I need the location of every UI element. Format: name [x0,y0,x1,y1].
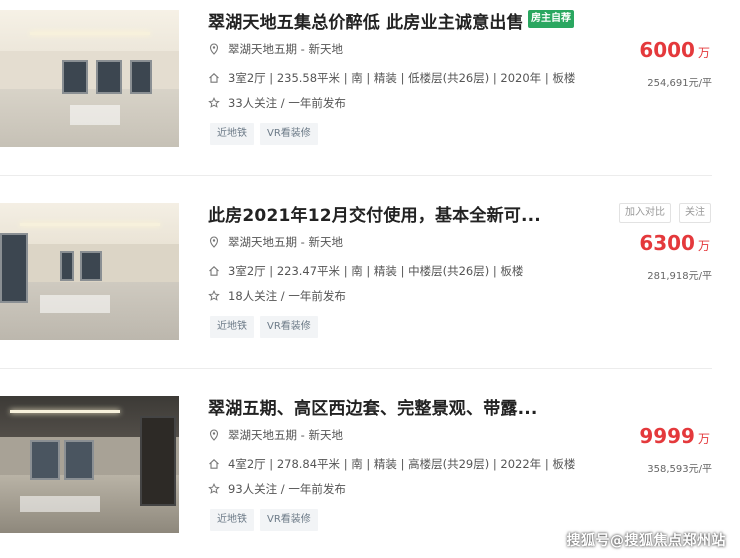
location-link[interactable]: 翠湖天地五期 - 新天地 [228,235,343,249]
total-price: 6300 万 [639,231,710,255]
location-link[interactable]: 翠湖天地五期 - 新天地 [228,42,343,56]
location-link[interactable]: 翠湖天地五期 - 新天地 [228,428,343,442]
location-pin-icon [208,43,220,55]
tag-vr: VR看装修 [260,316,318,338]
tag-near-subway: 近地铁 [210,509,254,531]
price-unit: 万 [697,432,710,446]
price-unit: 万 [697,239,710,253]
house-info-row: 3室2厅 | 223.47平米 | 南 | 精装 | 中楼层(共26层) | 板… [208,263,523,279]
add-compare-button[interactable]: 加入对比 [619,203,671,223]
tag-vr: VR看装修 [260,509,318,531]
listing-photo[interactable] [0,203,179,340]
follow-button[interactable]: 关注 [679,203,711,223]
follow-info: 18人关注 / 一年前发布 [228,289,346,303]
price-value: 9999 [639,424,695,448]
follow-info-row: 93人关注 / 一年前发布 [208,481,346,497]
star-icon [208,290,220,302]
tag-vr: VR看装修 [260,123,318,145]
house-info: 3室2厅 | 235.58平米 | 南 | 精装 | 低楼层(共26层) | 2… [228,71,576,85]
listing-card[interactable]: 此房2021年12月交付使用，基本全新可... 加入对比 关注 翠湖天地五期 -… [0,193,740,369]
location-row: 翠湖天地五期 - 新天地 [208,427,343,443]
tag-near-subway: 近地铁 [210,123,254,145]
star-icon [208,97,220,109]
price-value: 6300 [639,231,695,255]
follow-info-row: 33人关注 / 一年前发布 [208,95,346,111]
total-price: 6000 万 [639,38,710,62]
follow-info-row: 18人关注 / 一年前发布 [208,288,346,304]
watermark: 搜狐号@搜狐焦点郑州站 [566,533,726,549]
house-info-row: 4室2厅 | 278.84平米 | 南 | 精装 | 高楼层(共29层) | 2… [208,456,575,472]
location-row: 翠湖天地五期 - 新天地 [208,41,343,57]
listing-card[interactable]: 翠湖天地五集总价醉低 此房业主诚意出售 房主自荐 翠湖天地五期 - 新天地 3室… [0,0,740,176]
follow-info: 93人关注 / 一年前发布 [228,482,346,496]
listing-title[interactable]: 此房2021年12月交付使用，基本全新可... [208,201,541,226]
star-icon [208,483,220,495]
owner-badge: 房主自荐 [528,10,574,28]
divider [0,368,712,369]
tag-near-subway: 近地铁 [210,316,254,338]
price-unit: 万 [697,46,710,60]
unit-price: 358,593元/平 [647,464,712,475]
house-icon [208,265,220,277]
listing-title[interactable]: 翠湖天地五集总价醉低 此房业主诚意出售 [208,8,524,33]
location-pin-icon [208,429,220,441]
unit-price: 254,691元/平 [647,78,712,89]
house-info: 3室2厅 | 223.47平米 | 南 | 精装 | 中楼层(共26层) | 板… [228,264,524,278]
listing-photo[interactable] [0,10,179,147]
listing-photo[interactable] [0,396,179,533]
house-icon [208,72,220,84]
follow-info: 33人关注 / 一年前发布 [228,96,346,110]
house-info: 4室2厅 | 278.84平米 | 南 | 精装 | 高楼层(共29层) | 2… [228,457,576,471]
total-price: 9999 万 [639,424,710,448]
price-value: 6000 [639,38,695,62]
listing-title[interactable]: 翠湖五期、高区西边套、完整景观、带露... [208,394,538,419]
house-icon [208,458,220,470]
divider [0,175,712,176]
unit-price: 281,918元/平 [647,271,712,282]
location-row: 翠湖天地五期 - 新天地 [208,234,343,250]
location-pin-icon [208,236,220,248]
house-info-row: 3室2厅 | 235.58平米 | 南 | 精装 | 低楼层(共26层) | 2… [208,70,575,86]
